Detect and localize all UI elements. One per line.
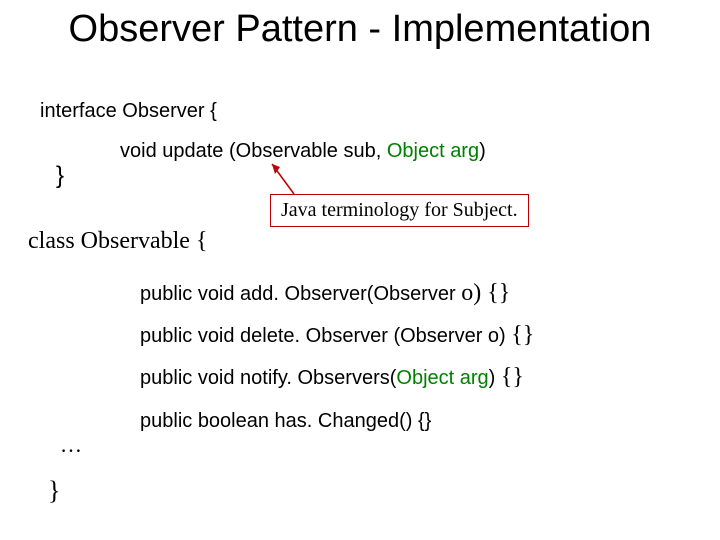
add-observer-method: public void add. Observer(Observer o) {} xyxy=(140,280,510,307)
notify-braces: {} xyxy=(501,364,524,390)
notify-observers-method: public void notify. Observers(Object arg… xyxy=(140,364,524,391)
add-prefix: public void add. Observer(Observer xyxy=(140,283,461,305)
delete-braces: {} xyxy=(511,322,534,348)
update-method: void update (Observable sub, Object arg) xyxy=(120,140,486,163)
class-close-brace: } xyxy=(48,476,60,506)
slide-title: Observer Pattern - Implementation xyxy=(0,8,720,52)
interface-close-brace: } xyxy=(56,162,64,190)
has-changed-method: public boolean has. Changed() {} xyxy=(140,410,431,433)
notify-arg: Object arg xyxy=(396,367,488,389)
update-prefix: void update (Observable sub, xyxy=(120,140,387,162)
add-suffix: ) {} xyxy=(473,280,510,306)
notify-prefix: public void notify. Observers( xyxy=(140,367,396,389)
interface-declaration: interface Observer { xyxy=(40,100,217,123)
update-suffix: ) xyxy=(479,140,486,162)
delete-observer-method: public void delete. Observer (Observer o… xyxy=(140,322,534,349)
update-arg: Object arg xyxy=(387,140,479,162)
ellipsis: … xyxy=(60,432,82,458)
delete-text: public void delete. Observer (Observer o… xyxy=(140,325,511,347)
callout-note: Java terminology for Subject. xyxy=(270,194,529,227)
notify-mid: ) xyxy=(489,367,501,389)
add-o: o xyxy=(461,280,473,306)
class-declaration: class Observable { xyxy=(28,228,207,255)
